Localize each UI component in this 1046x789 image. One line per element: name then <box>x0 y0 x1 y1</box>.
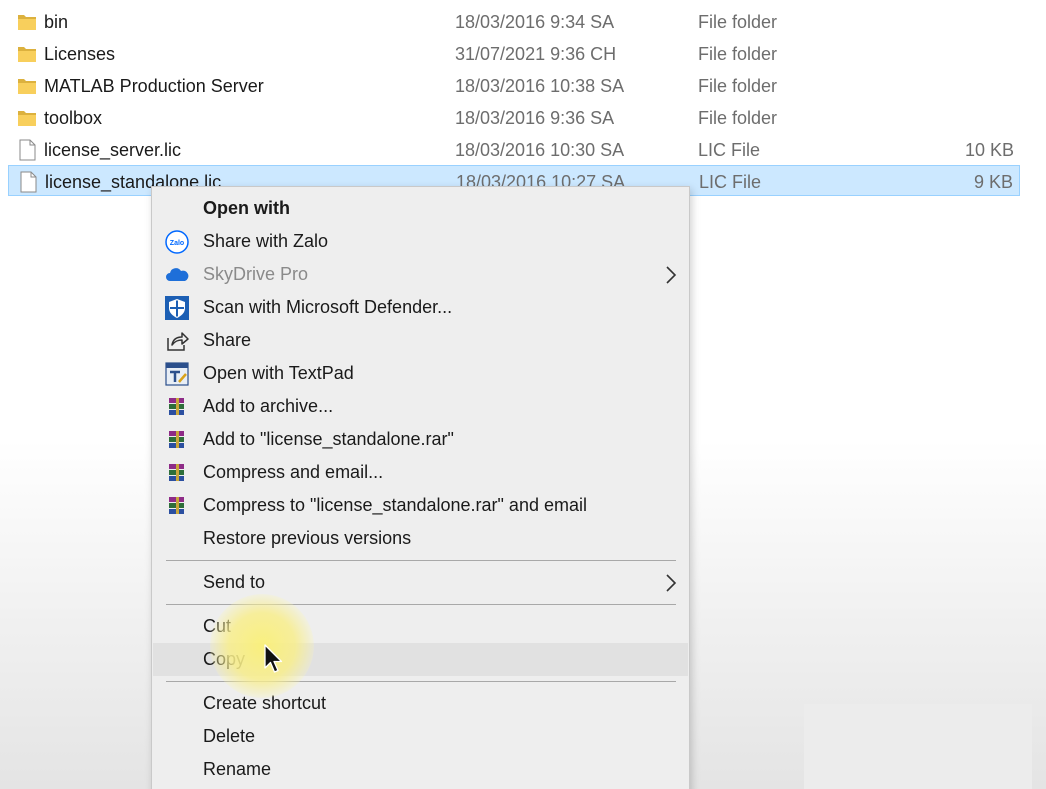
menu-item-create-shortcut[interactable]: Create shortcut <box>153 687 688 720</box>
menu-separator <box>166 681 676 682</box>
winrar-icon <box>165 461 189 485</box>
menu-item-compress-to-rar-and-email[interactable]: Compress to "license_standalone.rar" and… <box>153 489 688 522</box>
chevron-right-icon <box>664 264 678 286</box>
winrar-icon <box>165 428 189 452</box>
file-row-license-server[interactable]: license_server.lic 18/03/2016 10:30 SA L… <box>8 134 1020 165</box>
menu-item-label: Rename <box>203 759 272 779</box>
menu-item-label: Share with Zalo <box>203 231 329 251</box>
share-icon <box>165 329 189 353</box>
background-panel <box>804 704 1032 789</box>
file-row-licenses[interactable]: Licenses 31/07/2021 9:36 CH File folder <box>8 38 1020 69</box>
menu-item-share-with-zalo[interactable]: Zalo Share with Zalo <box>153 225 688 258</box>
file-type: File folder <box>698 12 778 32</box>
menu-item-compress-and-email[interactable]: Compress and email... <box>153 456 688 489</box>
file-name: Licenses <box>44 44 116 64</box>
menu-item-add-to-rar[interactable]: Add to "license_standalone.rar" <box>153 423 688 456</box>
menu-item-label: Compress and email... <box>203 462 384 482</box>
cloud-icon <box>165 263 189 287</box>
file-name: toolbox <box>44 108 103 128</box>
file-type: File folder <box>698 108 778 128</box>
menu-item-label: Restore previous versions <box>203 528 412 548</box>
menu-item-skydrive-pro[interactable]: SkyDrive Pro <box>153 258 688 291</box>
menu-item-label: Delete <box>203 726 256 746</box>
folder-icon <box>16 43 38 65</box>
file-row-matlab-production-server[interactable]: MATLAB Production Server 18/03/2016 10:3… <box>8 70 1020 101</box>
menu-item-label: Add to archive... <box>203 396 334 416</box>
file-type: File folder <box>698 76 778 96</box>
file-row-toolbox[interactable]: toolbox 18/03/2016 9:36 SA File folder <box>8 102 1020 133</box>
file-name: MATLAB Production Server <box>44 76 264 96</box>
file-date: 31/07/2021 9:36 CH <box>455 44 617 64</box>
menu-separator <box>166 560 676 561</box>
menu-item-label: Copy <box>203 649 246 669</box>
menu-item-add-to-archive[interactable]: Add to archive... <box>153 390 688 423</box>
folder-icon <box>16 11 38 33</box>
winrar-icon <box>165 395 189 419</box>
menu-item-label: Create shortcut <box>203 693 327 713</box>
folder-icon <box>16 75 38 97</box>
document-icon <box>16 139 38 161</box>
menu-item-label: SkyDrive Pro <box>203 264 309 284</box>
menu-item-label: Open with <box>203 198 290 218</box>
menu-separator <box>166 604 676 605</box>
file-row-bin[interactable]: bin 18/03/2016 9:34 SA File folder <box>8 6 1020 37</box>
file-type: File folder <box>698 44 778 64</box>
menu-item-label: Cut <box>203 616 232 636</box>
file-date: 18/03/2016 10:38 SA <box>455 76 625 96</box>
file-size: 10 KB <box>964 140 1014 160</box>
file-date: 18/03/2016 9:34 SA <box>455 12 615 32</box>
menu-item-label: Compress to "license_standalone.rar" and… <box>203 495 587 515</box>
menu-item-open-with[interactable]: Open with <box>153 192 688 225</box>
textpad-icon <box>165 362 189 386</box>
menu-item-scan-defender[interactable]: Scan with Microsoft Defender... <box>153 291 688 324</box>
file-name: license_server.lic <box>44 140 182 160</box>
folder-icon <box>16 107 38 129</box>
file-date: 18/03/2016 10:30 SA <box>455 140 625 160</box>
menu-item-label: Scan with Microsoft Defender... <box>203 297 453 317</box>
menu-item-send-to[interactable]: Send to <box>153 566 688 599</box>
context-menu: Open with Zalo Share with Zalo SkyDrive … <box>151 186 690 789</box>
menu-item-delete[interactable]: Delete <box>153 720 688 753</box>
document-icon <box>17 171 39 193</box>
menu-item-label: Add to "license_standalone.rar" <box>203 429 454 449</box>
menu-item-open-with-textpad[interactable]: Open with TextPad <box>153 357 688 390</box>
menu-item-cut[interactable]: Cut <box>153 610 688 643</box>
menu-item-rename[interactable]: Rename <box>153 753 688 786</box>
chevron-right-icon <box>664 572 678 594</box>
menu-item-share[interactable]: Share <box>153 324 688 357</box>
file-type: LIC File <box>698 140 761 160</box>
file-size: 9 KB <box>973 172 1013 192</box>
file-name: bin <box>44 12 69 32</box>
zalo-icon: Zalo <box>165 230 189 254</box>
menu-item-label: Send to <box>203 572 266 592</box>
menu-item-copy[interactable]: Copy <box>153 643 688 676</box>
defender-shield-icon <box>165 296 189 320</box>
winrar-icon <box>165 494 189 518</box>
file-type: LIC File <box>699 172 762 192</box>
file-date: 18/03/2016 9:36 SA <box>455 108 615 128</box>
menu-item-label: Share <box>203 330 252 350</box>
zalo-icon-text: Zalo <box>170 240 184 247</box>
menu-item-label: Open with TextPad <box>203 363 354 383</box>
menu-item-restore-previous-versions[interactable]: Restore previous versions <box>153 522 688 555</box>
